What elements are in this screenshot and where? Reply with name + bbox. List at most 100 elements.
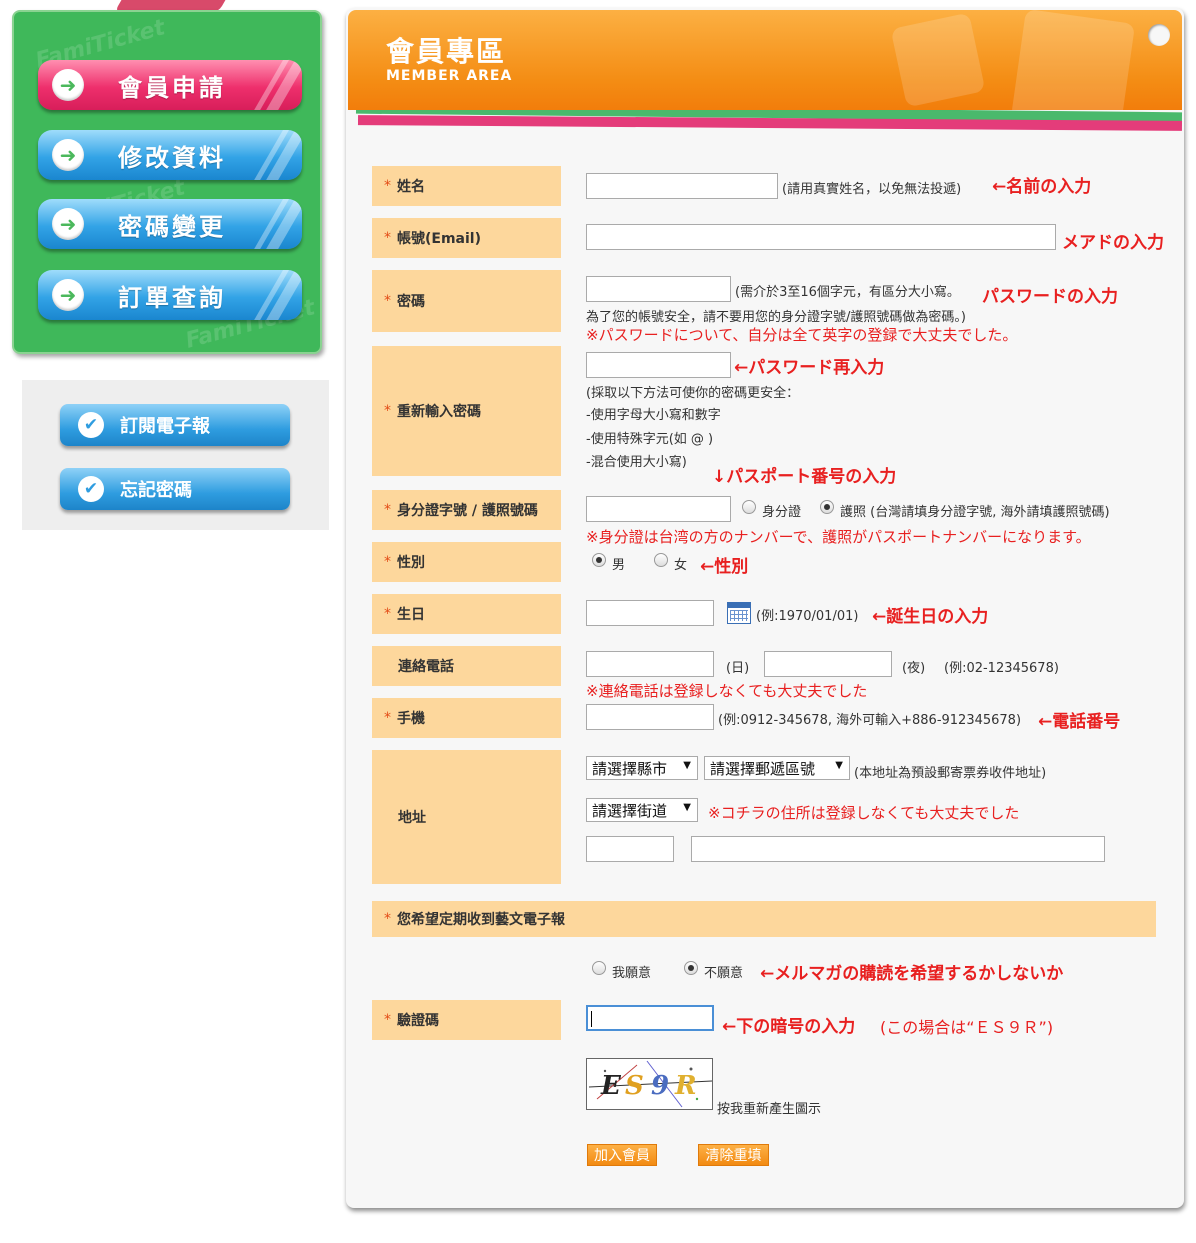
- menu-edit-profile[interactable]: ➜ 修改資料: [38, 130, 302, 180]
- label-birthday: * 生日: [372, 594, 561, 634]
- radio-female[interactable]: [654, 553, 668, 567]
- password-security-hint: 為了您的帳號安全，請不要用您的身分證字號/護照號碼做為密碼。): [586, 310, 966, 325]
- annotation: ※身分證は台湾の方のナンバーで、護照がパスポートナンバーになります。: [586, 528, 1091, 546]
- menu-order-query[interactable]: ➜ 訂單查詢: [38, 270, 302, 320]
- arrow-right-icon: ➜: [52, 208, 84, 240]
- menu-label: 訂單查詢: [118, 283, 226, 312]
- captcha-char: R: [675, 1071, 697, 1101]
- label-id-number: * 身分證字號 / 護照號碼: [372, 490, 561, 530]
- annotation: ←誕生日の入力: [872, 607, 989, 627]
- page-title: 會員專區: [386, 35, 507, 68]
- menu-change-password[interactable]: ➜ 密碼變更: [38, 199, 302, 249]
- menu-member-apply[interactable]: ➜ 會員申請: [38, 60, 302, 110]
- captcha-image[interactable]: E S 9 R: [586, 1058, 713, 1110]
- radio-newsletter-no[interactable]: [684, 961, 698, 975]
- birthday-input[interactable]: [586, 600, 714, 626]
- forgot-password-button[interactable]: ✔ 忘記密碼: [60, 468, 290, 510]
- annotation: ←名前の入力: [992, 177, 1092, 197]
- captcha-char: E: [601, 1071, 621, 1101]
- radio-male-label: 男: [612, 558, 626, 573]
- join-member-button[interactable]: 加入會員: [587, 1144, 657, 1166]
- dropdown-arrow-icon: ▼: [835, 760, 843, 771]
- arrow-right-icon: ➜: [52, 279, 84, 311]
- annotation: (この場合は“ＥＳ９Ｒ”): [880, 1018, 1054, 1037]
- label-password-confirm: * 重新輸入密碼: [372, 346, 561, 476]
- radio-id-card-label: 身分證: [762, 505, 802, 520]
- annotation: ↓パスポート番号の入力: [712, 467, 897, 487]
- captcha-refresh-link[interactable]: 按我重新產生圖示: [717, 1098, 821, 1117]
- menu-label: 密碼變更: [118, 212, 226, 241]
- name-hint: (請用真實姓名，以免無法投遞): [782, 182, 962, 197]
- city-select[interactable]: 請選擇縣市 ▼: [586, 756, 698, 780]
- arrow-right-icon: ➜: [52, 139, 84, 171]
- annotation: ←パスワード再入力: [734, 358, 885, 378]
- phone-day-input[interactable]: [586, 651, 714, 677]
- check-icon: ✔: [78, 412, 104, 438]
- mobile-input[interactable]: [586, 704, 714, 730]
- radio-passport-label: 護照 (台灣請填身分證字號, 海外請填護照號碼): [840, 505, 1110, 520]
- address-zip-input[interactable]: [586, 836, 674, 862]
- email-input[interactable]: [586, 224, 1056, 250]
- arrow-right-icon: ➜: [52, 69, 84, 101]
- phone-example: (例:02-12345678): [944, 661, 1059, 676]
- menu-label: 修改資料: [118, 143, 226, 172]
- address-detail-input[interactable]: [691, 836, 1105, 862]
- button-label: 訂閱電子報: [120, 416, 210, 437]
- radio-male[interactable]: [592, 553, 606, 567]
- password-hint: (需介於3至16個字元，有區分大小寫。: [735, 285, 960, 300]
- radio-newsletter-no-label: 不願意: [704, 966, 744, 981]
- label-address: 地址: [372, 750, 561, 884]
- password-tip: (採取以下方法可使你的密碼更安全：: [586, 386, 800, 401]
- label-name: * 姓名: [372, 166, 561, 206]
- address-hint: (本地址為預設郵寄票券收件地址): [854, 766, 1047, 781]
- annotation: ←電話番号: [1038, 712, 1121, 732]
- page-subtitle: MEMBER AREA: [386, 68, 513, 84]
- name-input[interactable]: [586, 173, 778, 199]
- password-tip: -混合使用大小寫): [586, 455, 687, 470]
- label-password: * 密碼: [372, 270, 561, 332]
- phone-night-label: (夜): [902, 661, 926, 676]
- annotation: ※パスワードについて、自分は全て英字の登録で大丈夫でした。: [586, 326, 1018, 344]
- label-gender: * 性別: [372, 542, 561, 582]
- captcha-char: S: [625, 1071, 644, 1101]
- menu-label: 會員申請: [118, 73, 226, 102]
- member-menu-panel: FamiTicket FamiTicket FamiTicket FamiTic…: [12, 10, 322, 354]
- annotation: ※コチラの住所は登録しなくても大丈夫でした: [708, 804, 1020, 822]
- check-icon: ✔: [78, 476, 104, 502]
- member-area-header: 會員專區 MEMBER AREA: [348, 10, 1182, 110]
- calendar-icon[interactable]: [727, 602, 751, 624]
- dropdown-arrow-icon: ▼: [683, 802, 691, 813]
- sub-links-panel: ✔ 訂閱電子報 ✔ 忘記密碼: [22, 380, 329, 530]
- password-tip: -使用特殊字元(如 @ ): [586, 432, 714, 447]
- radio-female-label: 女: [674, 558, 688, 573]
- zip-select[interactable]: 請選擇郵遞區號 ▼: [704, 756, 850, 780]
- dropdown-arrow-icon: ▼: [683, 760, 691, 771]
- subscribe-newsletter-button[interactable]: ✔ 訂閱電子報: [60, 404, 290, 446]
- street-select[interactable]: 請選擇街道 ▼: [586, 798, 698, 822]
- label-email: * 帳號(Email): [372, 218, 561, 258]
- password-input[interactable]: [586, 276, 731, 302]
- annotation: ←性別: [700, 557, 749, 577]
- member-area-panel: 會員專區 MEMBER AREA * 姓名 (請用真實姓名，以免無法投遞) ←名前…: [346, 8, 1184, 1208]
- annotation: ←メルマガの購読を希望するかしないか: [760, 964, 1064, 984]
- phone-day-label: (日): [726, 661, 750, 676]
- captcha-char: 9: [651, 1071, 670, 1101]
- phone-night-input[interactable]: [764, 651, 892, 677]
- radio-newsletter-yes-label: 我願意: [612, 966, 652, 981]
- password-tip: -使用字母大小寫和數字: [586, 408, 721, 423]
- captcha-input[interactable]: [586, 1005, 714, 1031]
- annotation: メアドの入力: [1062, 233, 1164, 253]
- annotation: パスワードの入力: [982, 287, 1118, 307]
- radio-newsletter-yes[interactable]: [592, 961, 606, 975]
- radio-id-card[interactable]: [742, 500, 756, 514]
- reset-form-button[interactable]: 清除重填: [698, 1144, 769, 1166]
- label-newsletter: * 您希望定期收到藝文電子報: [372, 901, 1156, 937]
- annotation: ←下の暗号の入力: [722, 1017, 856, 1037]
- annotation: ※連絡電話は登録しなくても大丈夫でした: [586, 682, 868, 700]
- radio-passport[interactable]: [820, 500, 834, 514]
- id-number-input[interactable]: [586, 496, 731, 522]
- mobile-hint: (例:0912-345678, 海外可輸入+886-912345678): [718, 713, 1022, 728]
- birthday-hint: (例:1970/01/01): [756, 609, 859, 624]
- password-confirm-input[interactable]: [586, 352, 731, 378]
- label-captcha: * 驗證碼: [372, 1000, 561, 1040]
